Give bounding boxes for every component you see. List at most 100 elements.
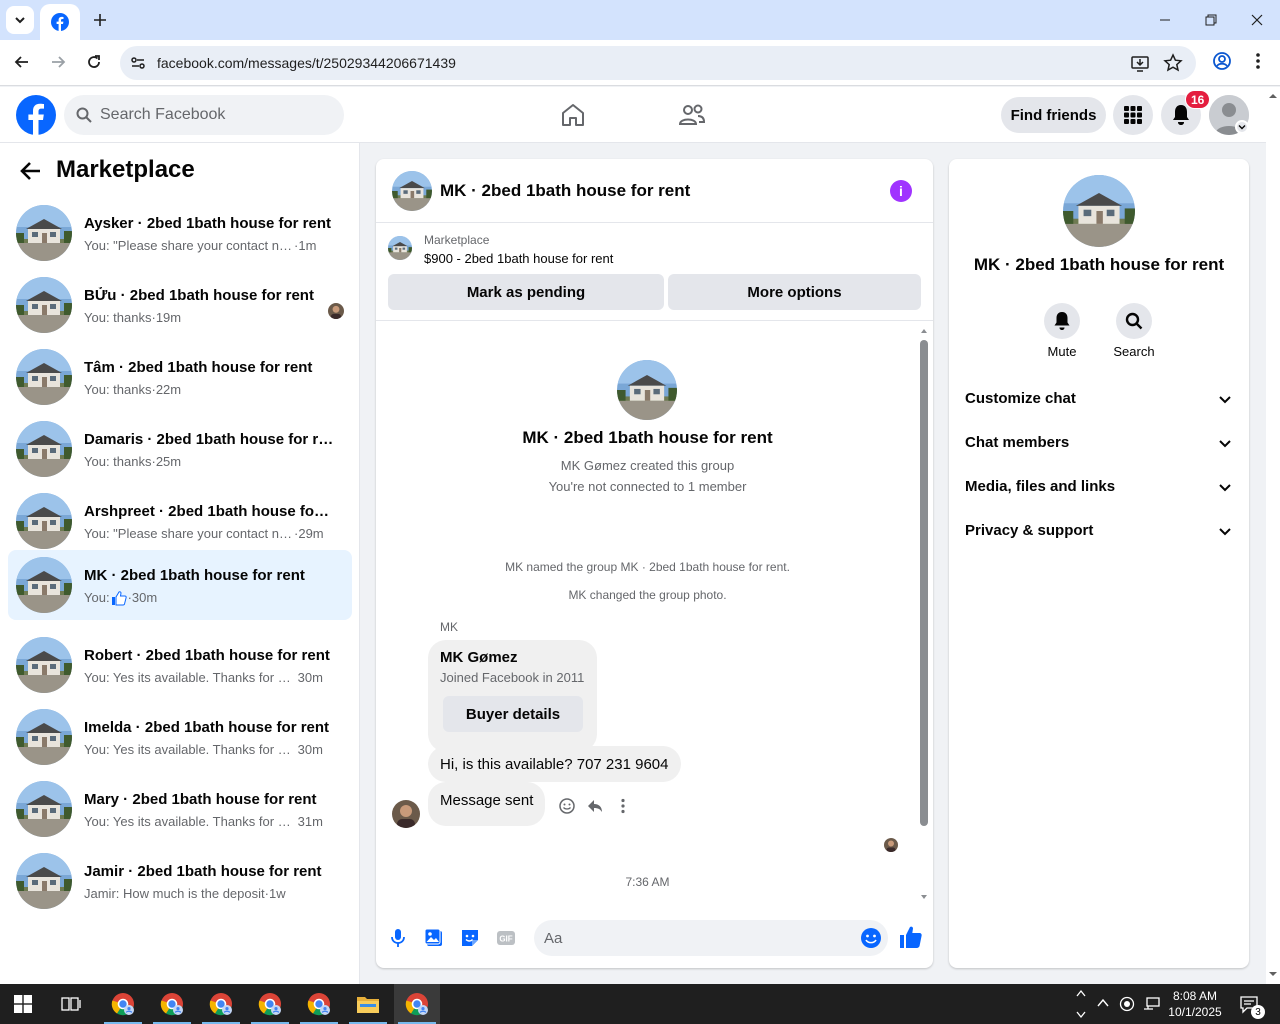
message-bubble[interactable]: Message sent bbox=[428, 782, 546, 826]
chat-title[interactable]: MK · 2bed 1bath house for rent bbox=[440, 181, 690, 201]
conversation-item[interactable]: Tâm · 2bed 1bath house for rent You: tha… bbox=[8, 342, 352, 412]
sidebar-title: Marketplace bbox=[56, 156, 195, 183]
clock-date: 10/1/2025 bbox=[1168, 1005, 1222, 1019]
scroll-down-icon[interactable] bbox=[919, 892, 929, 902]
conversation-item[interactable]: Aysker · 2bed 1bath house for rent You: … bbox=[8, 198, 352, 268]
conversation-thumbnail bbox=[16, 853, 72, 909]
conversation-item-active[interactable]: MK · 2bed 1bath house for rent You: · 30m bbox=[8, 550, 352, 620]
new-tab-button[interactable] bbox=[88, 8, 112, 32]
taskbar-chrome-window[interactable] bbox=[296, 984, 342, 1024]
mark-as-pending-button[interactable]: Mark as pending bbox=[388, 274, 664, 310]
home-nav-button[interactable] bbox=[557, 99, 589, 131]
show-hidden-icons-icon[interactable] bbox=[1096, 996, 1110, 1010]
search-circle[interactable] bbox=[1116, 303, 1152, 339]
browser-tab-bar bbox=[0, 0, 1280, 40]
react-button[interactable] bbox=[555, 794, 579, 818]
scroll-up-icon[interactable] bbox=[1266, 89, 1280, 103]
message-scrollbar[interactable] bbox=[919, 326, 929, 902]
group-photo bbox=[617, 360, 677, 420]
taskbar-chrome-window-active[interactable] bbox=[394, 984, 440, 1024]
buyer-details-button[interactable]: Buyer details bbox=[443, 696, 583, 732]
conversation-item[interactable]: Mary · 2bed 1bath house for rent You: Ye… bbox=[8, 774, 352, 844]
browser-tab-facebook[interactable] bbox=[40, 4, 80, 40]
conversation-item[interactable]: Robert · 2bed 1bath house for rent You: … bbox=[8, 630, 352, 700]
search-in-conversation-button[interactable]: Search bbox=[1104, 303, 1164, 359]
message-bubble[interactable]: Hi, is this available? 707 231 9604 bbox=[428, 746, 681, 782]
privacy-support-section[interactable]: Privacy & support bbox=[957, 509, 1241, 553]
emoji-icon[interactable] bbox=[860, 927, 882, 949]
site-info-icon[interactable] bbox=[128, 53, 148, 73]
conversation-time: 1w bbox=[268, 886, 286, 901]
forward-button[interactable] bbox=[44, 48, 72, 76]
reload-button[interactable] bbox=[80, 48, 108, 76]
search-input[interactable] bbox=[100, 95, 336, 135]
friends-nav-button[interactable] bbox=[676, 99, 708, 131]
conversation-item[interactable]: BỬu · 2bed 1bath house for rent You: tha… bbox=[8, 270, 352, 340]
gif-button[interactable]: GIF bbox=[494, 926, 518, 950]
conversation-info-button[interactable]: i bbox=[890, 180, 912, 202]
taskbar-file-explorer[interactable] bbox=[345, 984, 391, 1024]
conversation-item[interactable]: Arshpreet · 2bed 1bath house for r... Yo… bbox=[8, 486, 352, 556]
record-icon[interactable] bbox=[1119, 996, 1135, 1012]
mute-button[interactable]: Mute bbox=[1032, 303, 1092, 359]
mute-circle[interactable] bbox=[1044, 303, 1080, 339]
microphone-icon bbox=[391, 929, 405, 947]
install-app-icon[interactable] bbox=[1130, 53, 1150, 73]
page-scrollbar[interactable] bbox=[1266, 87, 1280, 984]
network-icon[interactable] bbox=[1143, 996, 1161, 1012]
find-friends-button[interactable]: Find friends bbox=[1001, 97, 1106, 133]
conversation-item[interactable]: Jamir · 2bed 1bath house for rent Jamir:… bbox=[8, 846, 352, 916]
chrome-icon bbox=[160, 993, 183, 1016]
system-clock[interactable]: 8:08 AM 10/1/2025 bbox=[1160, 988, 1230, 1020]
customize-chat-section[interactable]: Customize chat bbox=[957, 377, 1241, 421]
menu-button[interactable] bbox=[1113, 95, 1153, 135]
sticker-button[interactable] bbox=[458, 926, 482, 950]
minimize-button[interactable] bbox=[1142, 0, 1188, 40]
bell-icon bbox=[1173, 105, 1189, 125]
address-bar[interactable]: facebook.com/messages/t/2502934420667143… bbox=[120, 46, 1196, 80]
listing-title[interactable]: $900 - 2bed 1bath house for rent bbox=[424, 251, 613, 266]
facebook-logo-icon[interactable] bbox=[16, 95, 56, 135]
chat-members-section[interactable]: Chat members bbox=[957, 421, 1241, 465]
scroll-down-icon[interactable] bbox=[1266, 967, 1280, 981]
scroll-thumb[interactable] bbox=[920, 340, 928, 826]
reply-button[interactable] bbox=[583, 794, 607, 818]
conversation-item[interactable]: Damaris · 2bed 1bath house for rent You:… bbox=[8, 414, 352, 484]
back-arrow-icon[interactable] bbox=[20, 160, 42, 182]
photo-icon bbox=[424, 928, 442, 946]
listing-thumbnail[interactable] bbox=[388, 236, 412, 260]
chat-header: MK · 2bed 1bath house for rent i bbox=[376, 159, 933, 223]
task-view-button[interactable] bbox=[48, 984, 94, 1024]
arrow-right-icon bbox=[52, 56, 66, 68]
more-actions-button[interactable] bbox=[611, 794, 635, 818]
taskbar-chrome-window[interactable] bbox=[100, 984, 146, 1024]
close-window-button[interactable] bbox=[1234, 0, 1280, 40]
buyer-name[interactable]: MK Gømez bbox=[440, 649, 518, 666]
bookmark-star-icon[interactable] bbox=[1163, 53, 1183, 73]
taskbar-chrome-window[interactable] bbox=[149, 984, 195, 1024]
taskbar-scroll-icon[interactable] bbox=[1074, 986, 1088, 1022]
facebook-search[interactable] bbox=[64, 95, 344, 135]
restore-button[interactable] bbox=[1188, 0, 1234, 40]
sender-avatar[interactable] bbox=[392, 800, 420, 828]
more-options-button[interactable]: More options bbox=[668, 274, 921, 310]
chat-thumbnail[interactable] bbox=[392, 171, 432, 211]
message-input[interactable] bbox=[544, 920, 844, 956]
tab-search-button[interactable] bbox=[6, 6, 34, 34]
conversation-info-panel: MK · 2bed 1bath house for rent Mute Sear… bbox=[949, 159, 1249, 968]
back-button[interactable] bbox=[8, 48, 36, 76]
taskbar-chrome-window[interactable] bbox=[247, 984, 293, 1024]
scroll-up-icon[interactable] bbox=[919, 326, 929, 336]
send-like-button[interactable] bbox=[898, 924, 924, 950]
account-menu-caret[interactable] bbox=[1235, 120, 1249, 134]
conversation-item[interactable]: Imelda · 2bed 1bath house for rent You: … bbox=[8, 702, 352, 772]
start-button[interactable] bbox=[0, 984, 46, 1024]
media-files-links-section[interactable]: Media, files and links bbox=[957, 465, 1241, 509]
voice-clip-button[interactable] bbox=[386, 926, 410, 950]
attach-media-button[interactable] bbox=[422, 926, 446, 950]
windows-taskbar: 8:08 AM 10/1/2025 3 bbox=[0, 984, 1280, 1024]
profile-icon[interactable] bbox=[1212, 51, 1232, 71]
url-text[interactable]: facebook.com/messages/t/2502934420667143… bbox=[157, 55, 456, 71]
kebab-menu-icon[interactable] bbox=[1248, 51, 1268, 71]
taskbar-chrome-window[interactable] bbox=[198, 984, 244, 1024]
